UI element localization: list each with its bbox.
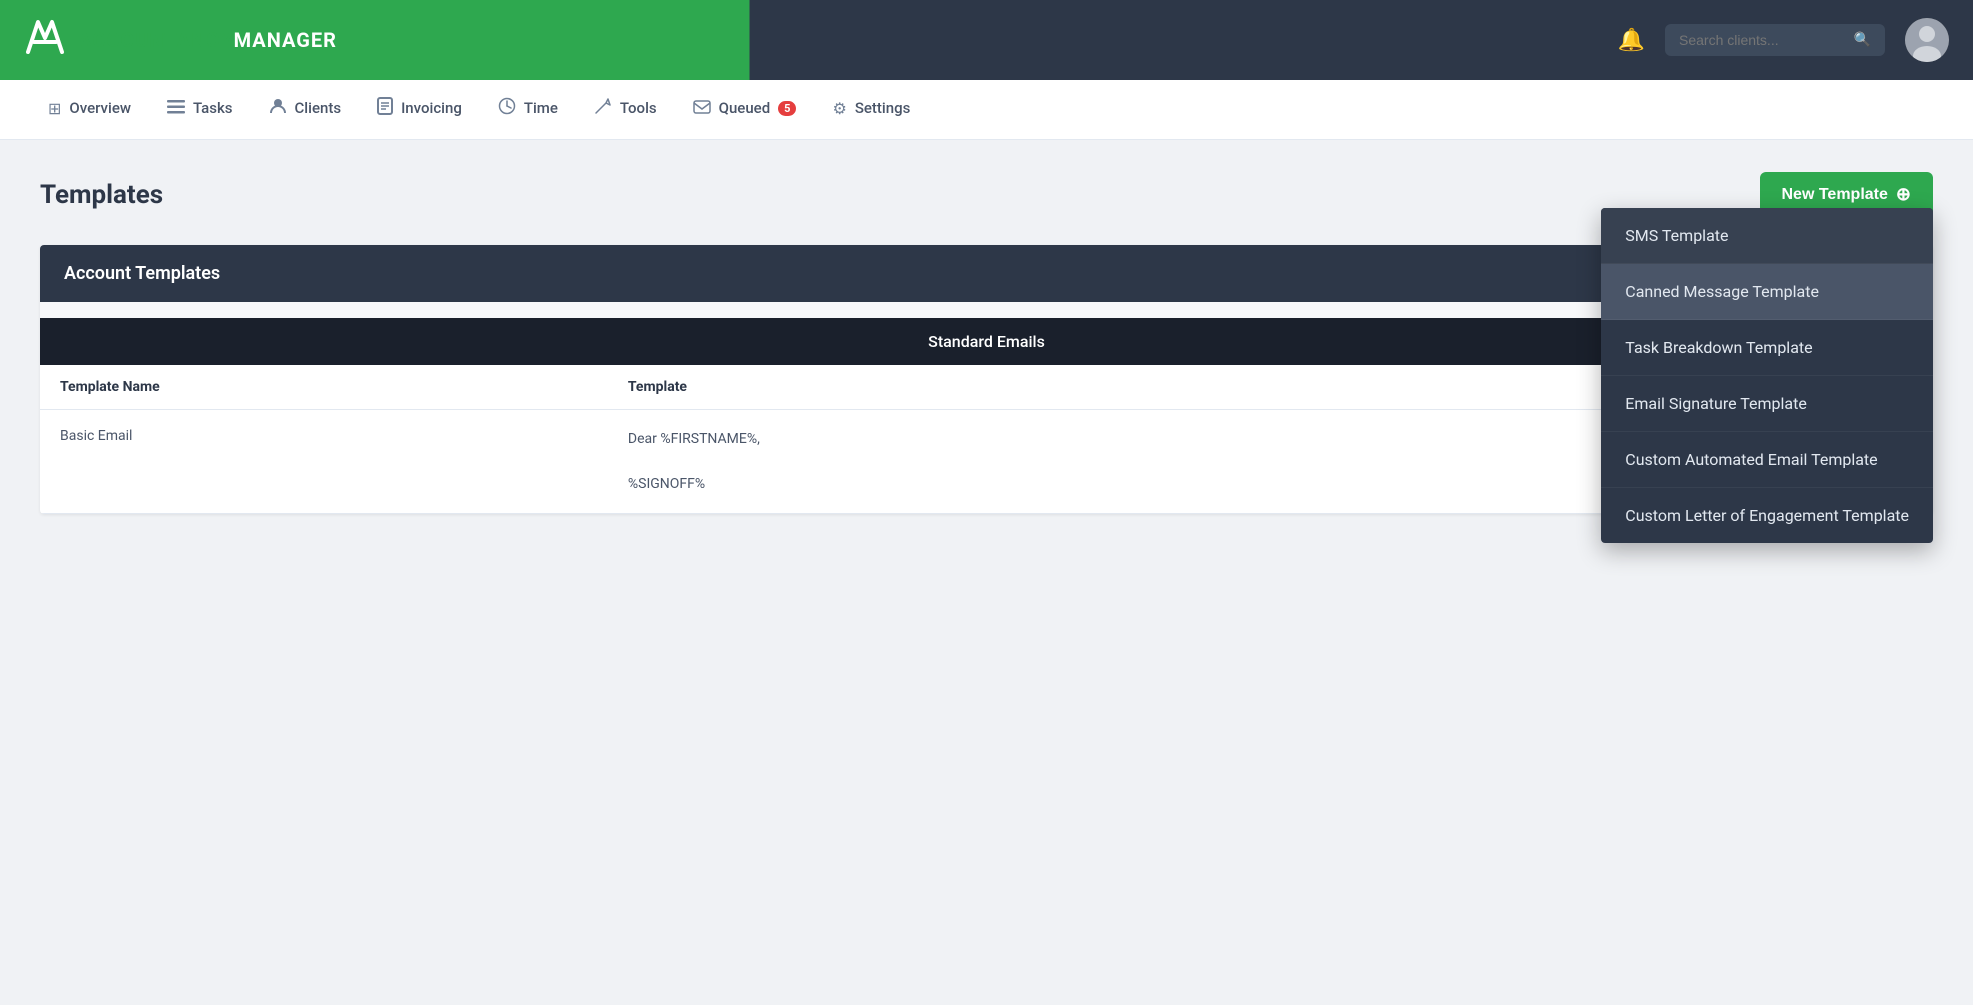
notifications-bell-icon[interactable]: 🔔: [1618, 28, 1645, 53]
dropdown-item-loe[interactable]: Custom Letter of Engagement Template: [1601, 488, 1933, 543]
sidebar-item-tasks[interactable]: Tasks: [149, 80, 251, 140]
header-right: 🔔 🔍: [1618, 18, 1949, 62]
dropdown-item-sms[interactable]: SMS Template: [1601, 208, 1933, 264]
nav-label-time: Time: [524, 99, 558, 117]
avatar[interactable]: [1905, 18, 1949, 62]
sidebar-item-clients[interactable]: Clients: [251, 80, 360, 140]
plus-icon: ⊕: [1896, 184, 1911, 205]
col-header-template-name: Template Name: [40, 365, 608, 410]
search-icon: 🔍: [1854, 32, 1871, 48]
nav-label-settings: Settings: [855, 99, 911, 117]
overview-icon: ⊞: [48, 99, 61, 118]
logo-icon: [24, 18, 66, 62]
settings-icon: ⚙: [832, 99, 846, 118]
tools-icon: [594, 97, 612, 119]
page-content: Templates New Template ⊕ SMS Template Ca…: [0, 140, 1973, 546]
template-content-cell: Dear %FIRSTNAME%,%SIGNOFF%: [608, 410, 1744, 514]
logo-area: ACCOUNTANCYMANAGER: [24, 18, 337, 62]
dropdown-item-email-sig[interactable]: Email Signature Template: [1601, 376, 1933, 432]
nav-label-tools: Tools: [620, 99, 657, 117]
search-box: 🔍: [1665, 24, 1885, 56]
dropdown-item-canned[interactable]: Canned Message Template: [1601, 264, 1933, 320]
queued-badge: 5: [778, 101, 796, 116]
top-header: ACCOUNTANCYMANAGER 🔔 🔍: [0, 0, 1973, 80]
logo-text: ACCOUNTANCYMANAGER: [78, 28, 337, 52]
sidebar-item-settings[interactable]: ⚙ Settings: [814, 80, 928, 140]
new-template-dropdown: SMS Template Canned Message Template Tas…: [1601, 208, 1933, 543]
logo-part2: MANAGER: [234, 28, 337, 52]
nav-label-tasks: Tasks: [193, 99, 233, 117]
invoicing-icon: [377, 97, 393, 119]
nav-label-overview: Overview: [69, 99, 131, 117]
nav-label-clients: Clients: [295, 99, 342, 117]
sidebar-item-invoicing[interactable]: Invoicing: [359, 80, 480, 140]
sidebar-item-time[interactable]: Time: [480, 80, 576, 140]
sidebar-item-overview[interactable]: ⊞ Overview: [30, 80, 149, 140]
nav-label-invoicing: Invoicing: [401, 99, 462, 117]
dropdown-item-auto-email[interactable]: Custom Automated Email Template: [1601, 432, 1933, 488]
template-name-cell: Basic Email: [40, 410, 608, 514]
sidebar-item-queued[interactable]: Queued 5: [675, 80, 815, 140]
new-template-label: New Template: [1782, 186, 1888, 204]
col-header-template: Template: [608, 365, 1744, 410]
dropdown-item-task[interactable]: Task Breakdown Template: [1601, 320, 1933, 376]
search-input[interactable]: [1679, 32, 1846, 48]
page-title: Templates: [40, 180, 163, 210]
time-icon: [498, 97, 516, 119]
nav-label-queued: Queued: [719, 99, 771, 117]
sidebar-item-tools[interactable]: Tools: [576, 80, 675, 140]
clients-icon: [269, 97, 287, 119]
tasks-icon: [167, 99, 185, 118]
queued-icon: [693, 99, 711, 118]
logo-part1: ACCOUNTANCY: [78, 28, 234, 52]
nav-bar: ⊞ Overview Tasks Clients Invoicing Time …: [0, 80, 1973, 140]
